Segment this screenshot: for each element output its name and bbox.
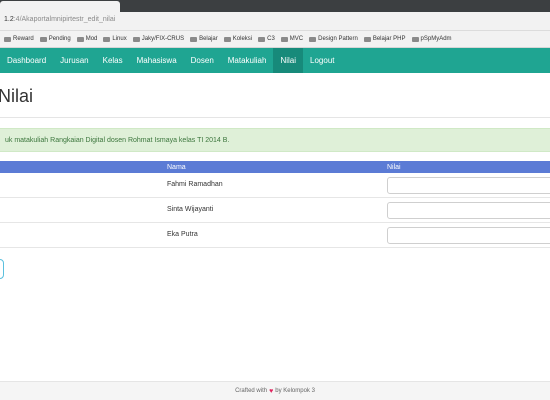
bookmark-label: C3 (267, 36, 275, 42)
url-path: :4/Akaportalmnipirtestr_edit_nilai (13, 16, 116, 23)
divider (0, 117, 550, 118)
table-row: Fahmi Ramadhan (0, 173, 550, 198)
student-name: Fahmi Ramadhan (167, 181, 223, 188)
url-host: 1.2 (4, 16, 14, 23)
browser-tab[interactable] (0, 1, 120, 12)
footer-suffix: by Kelompok 3 (275, 388, 315, 394)
bookmarks-bar: Reward Pending Mod Linux Jaky/FIX-CRUS Belaja… (0, 31, 550, 48)
folder-icon (4, 36, 11, 42)
nav-item-matakuliah[interactable]: Matakuliah (221, 48, 274, 73)
bookmark-item[interactable]: C3 (258, 36, 275, 42)
main-navbar: Dashboard Jurusan Kelas Mahasiswa Dosen Matak… (0, 48, 550, 73)
heart-icon: ♥ (269, 387, 274, 395)
table-header: Nama Nilai (0, 161, 550, 173)
folder-icon (258, 36, 266, 42)
folder-icon (280, 36, 288, 42)
browser-titlebar (0, 0, 550, 12)
bookmark-item[interactable]: Linux (103, 36, 127, 42)
footer: Crafted with ♥ by Kelompok 3 (0, 381, 550, 400)
nav-item-logout[interactable]: Logout (303, 48, 341, 73)
bookmark-item[interactable]: MVC (280, 36, 304, 42)
student-name: Eka Putra (167, 231, 198, 238)
nav-item-jurusan[interactable]: Jurusan (53, 48, 95, 73)
folder-icon (411, 36, 419, 42)
bookmark-label: Linux (112, 36, 127, 42)
bookmark-item[interactable]: Belajar PHP (363, 36, 406, 42)
nav-item-kelas[interactable]: Kelas (96, 48, 130, 73)
column-header-nama: Nama (167, 163, 186, 171)
bookmark-label: Belajar PHP (372, 36, 406, 42)
bookmark-item[interactable]: Design Pattern (309, 36, 358, 42)
footer-prefix: Crafted with (235, 388, 268, 394)
bookmark-label: Belajar (199, 36, 218, 42)
nav-item-nilai[interactable]: Nilai (273, 48, 304, 73)
table-row: Eka Putra (0, 223, 550, 248)
folder-icon (309, 36, 317, 42)
folder-icon (190, 36, 198, 42)
bookmark-label: Pending (48, 36, 71, 42)
url-text[interactable]: 1.2:4/Akaportalmnipirtestr_edit_nilai (4, 16, 115, 23)
folder-icon (223, 36, 231, 42)
nav-item-dashboard[interactable]: Dashboard (0, 48, 53, 73)
nav-item-mahasiswa[interactable]: Mahasiswa (130, 48, 184, 73)
bookmark-label: Design Pattern (318, 36, 358, 42)
bookmark-label: Reward (13, 36, 34, 42)
bookmark-label: MVC (289, 36, 304, 42)
bookmark-item[interactable]: Pending (39, 36, 71, 42)
bookmark-label: Mod (85, 36, 98, 42)
bookmark-item[interactable]: Reward (4, 36, 34, 42)
submit-button[interactable] (0, 259, 4, 279)
nilai-input[interactable] (387, 202, 550, 219)
table-body: Fahmi Ramadhan Sinta Wijayanti Eka Putra (0, 173, 550, 248)
bookmark-label: Jaky/FIX-CRUS (141, 36, 185, 42)
student-name: Sinta Wijayanti (167, 206, 214, 213)
nilai-input[interactable] (387, 177, 550, 194)
address-bar[interactable]: 1.2:4/Akaportalmnipirtestr_edit_nilai (0, 12, 550, 31)
bookmark-item[interactable]: Jaky/FIX-CRUS (132, 36, 185, 42)
column-header-nilai: Nilai (387, 163, 401, 171)
folder-icon (76, 36, 84, 42)
bookmark-item[interactable]: Koleksi (223, 36, 253, 42)
nilai-input[interactable] (387, 227, 550, 244)
bookmark-item[interactable]: pSpMyAdm (411, 36, 452, 42)
bookmark-label: pSpMyAdm (420, 36, 452, 42)
bookmark-label: Koleksi (232, 36, 253, 42)
page-title: Nilai (0, 86, 34, 106)
folder-icon (132, 36, 140, 42)
nav-item-dosen[interactable]: Dosen (184, 48, 221, 73)
table-row: Sinta Wijayanti (0, 198, 550, 223)
folder-icon (363, 36, 371, 42)
bookmark-item[interactable]: Belajar (190, 36, 218, 42)
folder-icon (39, 36, 47, 42)
bookmark-item[interactable]: Mod (76, 36, 98, 42)
folder-icon (103, 36, 111, 42)
nilai-table: Nama Nilai Fahmi Ramadhan Sinta Wijayanti… (0, 161, 550, 248)
success-alert: uk matakuliah Rangkaian Digital dosen Ro… (0, 128, 550, 152)
